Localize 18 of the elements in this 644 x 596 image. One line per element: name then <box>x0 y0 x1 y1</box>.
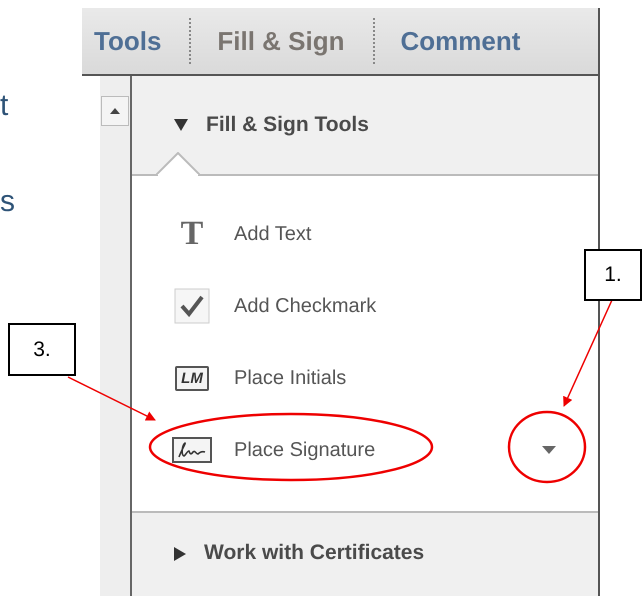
scroll-up-button[interactable] <box>101 96 129 126</box>
expanded-triangle-icon <box>174 119 188 131</box>
tab[interactable]: Tools <box>82 18 190 64</box>
document-text: t <box>0 88 10 124</box>
initials-icon: LM <box>175 366 209 390</box>
up-arrow-icon <box>110 108 120 114</box>
signature-icon <box>172 437 212 463</box>
document-text: s <box>0 184 16 220</box>
section-header[interactable]: Work with Certificates <box>204 541 424 565</box>
tool-item[interactable]: Place Signature <box>132 414 598 486</box>
callout-label: 3. <box>8 323 76 376</box>
callout-label: 1. <box>584 249 642 301</box>
checkmark-icon <box>174 288 210 324</box>
tool-item[interactable]: LM Place Initials <box>132 342 598 414</box>
tab[interactable]: Comment <box>372 18 548 64</box>
dropdown-caret-icon[interactable] <box>542 446 556 454</box>
text-tool-icon: T <box>180 217 204 251</box>
section-header[interactable]: Fill & Sign Tools <box>132 76 598 176</box>
